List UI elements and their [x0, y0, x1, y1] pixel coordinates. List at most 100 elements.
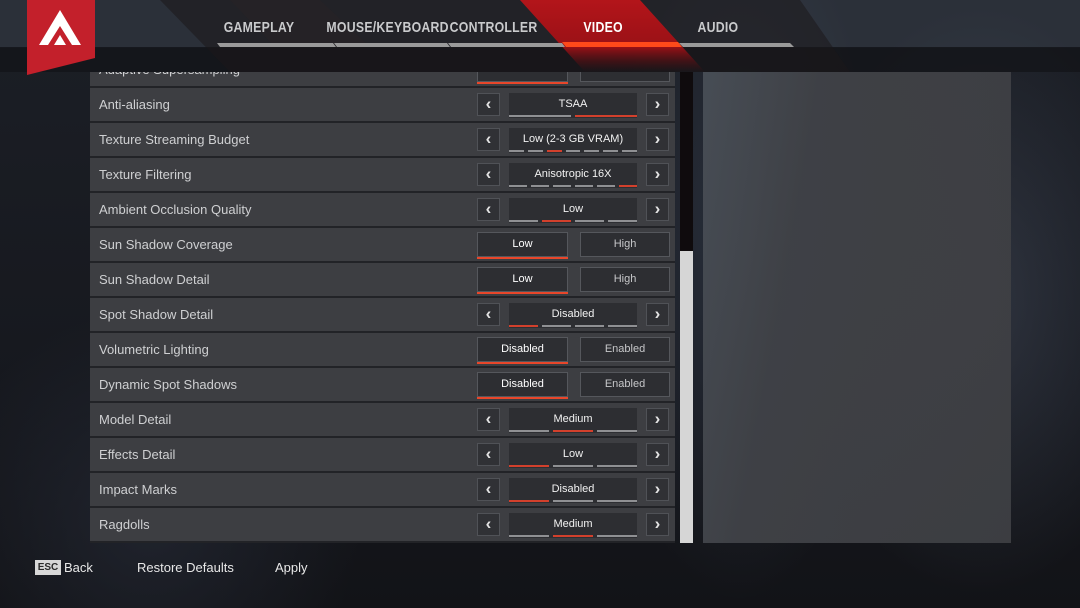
header-background: [0, 0, 1080, 75]
tab-underline-mouse-keyboard: [334, 43, 450, 47]
value-segments: [509, 430, 637, 432]
setting-label: Ambient Occlusion Quality: [99, 202, 252, 217]
next-arrow-icon[interactable]: ›: [646, 513, 669, 536]
setting-value: Low: [509, 198, 637, 223]
segment-selected: [619, 185, 637, 187]
segment: [542, 325, 571, 327]
prev-arrow-icon[interactable]: ‹: [477, 198, 500, 221]
setting-value: Low (2-3 GB VRAM): [509, 128, 638, 153]
value-segments: [509, 150, 638, 152]
setting-row-dynamic-spot-shadows: Dynamic Spot Shadows Disabled Enabled: [90, 368, 675, 401]
prev-arrow-icon[interactable]: ‹: [477, 408, 500, 431]
segment: [527, 150, 543, 152]
setting-row-sun-shadow-coverage: Sun Shadow Coverage Low High: [90, 228, 675, 261]
setting-value-text: Low (2-3 GB VRAM): [522, 133, 624, 145]
value-segments: [509, 115, 637, 117]
prev-arrow-icon[interactable]: ‹: [477, 128, 500, 151]
apply-button[interactable]: Apply: [275, 559, 308, 576]
segment: [575, 185, 593, 187]
value-segments: [509, 185, 637, 187]
setting-value-text: TSAA: [558, 98, 588, 110]
option-high[interactable]: High: [580, 267, 670, 292]
prev-arrow-icon[interactable]: ‹: [477, 443, 500, 466]
scrollbar-thumb[interactable]: [680, 250, 693, 543]
tab-underline-audio: [679, 43, 794, 47]
segment: [509, 430, 549, 432]
option-low[interactable]: Low: [477, 232, 568, 259]
option-enabled[interactable]: Enabled: [580, 72, 670, 82]
setting-label: Ragdolls: [99, 517, 150, 532]
value-segments: [509, 325, 637, 327]
option-disabled[interactable]: Disabled: [477, 372, 568, 399]
segment: [597, 465, 637, 467]
prev-arrow-icon[interactable]: ‹: [477, 93, 500, 116]
setting-row-adaptive-supersampling: Adaptive Supersampling Disabled Enabled: [90, 72, 675, 86]
next-arrow-icon[interactable]: ›: [646, 443, 669, 466]
segment: [509, 220, 538, 222]
tab-underline-controller: [448, 43, 565, 47]
tab-audio[interactable]: AUDIO: [688, 17, 748, 39]
option-disabled[interactable]: Disabled: [477, 72, 568, 84]
setting-value-text: Low: [562, 448, 584, 460]
restore-defaults-button[interactable]: Restore Defaults: [137, 559, 234, 576]
setting-value: Medium: [509, 513, 637, 538]
next-arrow-icon[interactable]: ›: [646, 128, 669, 151]
value-segments: [509, 500, 637, 502]
setting-description-panel: [703, 72, 1011, 543]
tab-underline-video: [562, 42, 682, 47]
option-enabled[interactable]: Enabled: [580, 372, 670, 397]
segment-selected: [509, 465, 549, 467]
segment-selected: [553, 430, 593, 432]
prev-arrow-icon[interactable]: ‹: [477, 478, 500, 501]
next-arrow-icon[interactable]: ›: [646, 198, 669, 221]
segment-selected: [553, 535, 593, 537]
next-arrow-icon[interactable]: ›: [646, 478, 669, 501]
segment-selected: [509, 325, 538, 327]
setting-label: Model Detail: [99, 412, 172, 427]
value-segments: [509, 465, 637, 467]
setting-row-anti-aliasing: Anti-aliasing ‹ TSAA ›: [90, 88, 675, 121]
next-arrow-icon[interactable]: ›: [646, 163, 669, 186]
next-arrow-icon[interactable]: ›: [646, 93, 669, 116]
option-high[interactable]: High: [580, 232, 670, 257]
prev-arrow-icon[interactable]: ‹: [477, 163, 500, 186]
tab-controller[interactable]: CONTROLLER: [440, 17, 538, 39]
setting-row-texture-streaming-budget: Texture Streaming Budget ‹ Low (2-3 GB V…: [90, 123, 675, 156]
next-arrow-icon[interactable]: ›: [646, 303, 669, 326]
value-segments: [509, 220, 637, 222]
segment: [597, 430, 637, 432]
setting-label: Effects Detail: [99, 447, 176, 462]
setting-label: Dynamic Spot Shadows: [99, 377, 238, 392]
option-low[interactable]: Low: [477, 267, 568, 294]
back-button[interactable]: Back: [64, 559, 93, 576]
scrollbar-track[interactable]: [680, 72, 693, 543]
setting-row-effects-detail: Effects Detail ‹ Low ›: [90, 438, 675, 471]
segment: [553, 185, 571, 187]
setting-label: Sun Shadow Coverage: [99, 237, 233, 252]
next-arrow-icon[interactable]: ›: [646, 408, 669, 431]
segment: [531, 185, 549, 187]
setting-row-sun-shadow-detail: Sun Shadow Detail Low High: [90, 263, 675, 296]
tab-video[interactable]: VIDEO: [573, 17, 633, 39]
prev-arrow-icon[interactable]: ‹: [477, 303, 500, 326]
setting-value-text: Disabled: [551, 308, 595, 320]
segment: [584, 150, 600, 152]
setting-label: Spot Shadow Detail: [99, 307, 214, 322]
option-disabled[interactable]: Disabled: [477, 337, 568, 364]
value-segments: [509, 535, 637, 537]
segment: [608, 325, 637, 327]
segment: [597, 500, 637, 502]
segment: [553, 500, 593, 502]
option-enabled[interactable]: Enabled: [580, 337, 670, 362]
prev-arrow-icon[interactable]: ‹: [477, 513, 500, 536]
setting-label: Volumetric Lighting: [99, 342, 209, 357]
setting-value-text: Medium: [553, 518, 593, 530]
segment: [509, 535, 549, 537]
segment: [565, 150, 581, 152]
tab-mouse-keyboard[interactable]: MOUSE/KEYBOARD: [313, 17, 448, 39]
segment-selected: [575, 115, 637, 117]
setting-label: Texture Filtering: [99, 167, 192, 182]
tab-gameplay[interactable]: GAMEPLAY: [214, 17, 304, 39]
segment: [509, 150, 524, 152]
segment: [575, 325, 604, 327]
